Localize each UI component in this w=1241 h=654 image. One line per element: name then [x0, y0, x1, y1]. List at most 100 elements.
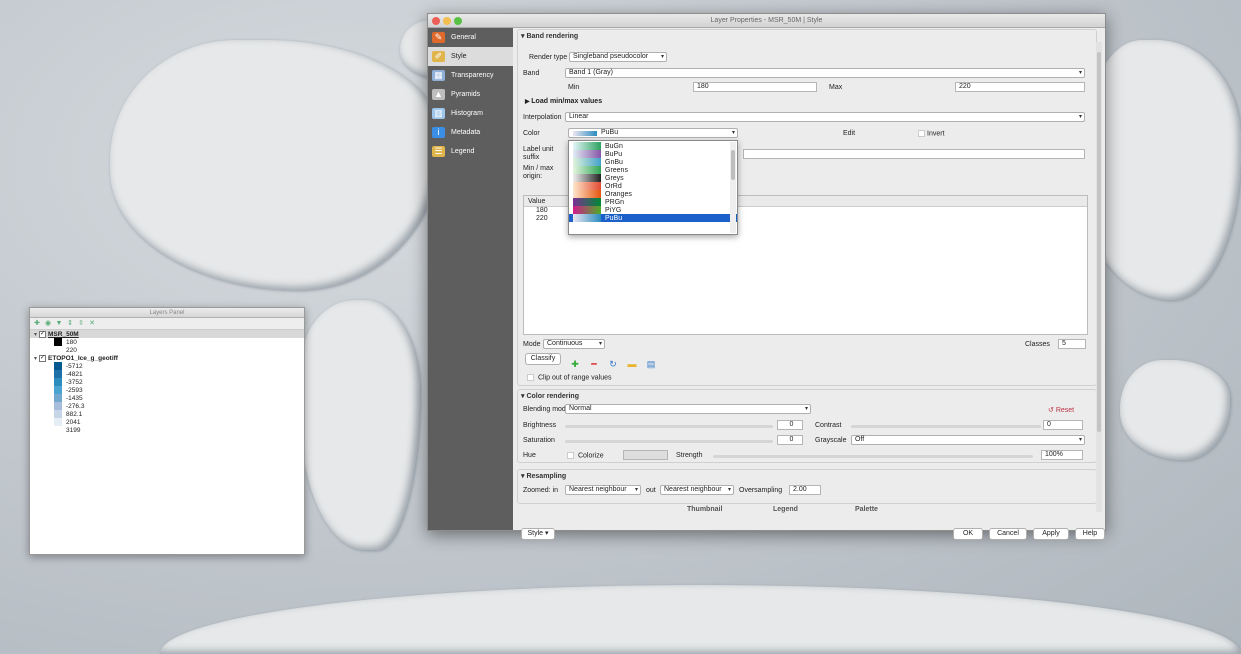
collapse-arrow-icon[interactable]: ▾: [34, 331, 37, 338]
sidebar-item-label: Metadata: [451, 129, 481, 136]
saturation-slider[interactable]: [565, 440, 773, 443]
layer-properties-dialog: Layer Properties - MSR_50M | Style ✎ Gene…: [427, 13, 1106, 540]
strength-slider[interactable]: [713, 455, 1033, 458]
pyramid-icon: ▲: [432, 89, 445, 100]
collapse-icon[interactable]: ⇳: [77, 319, 85, 328]
ramp-preview: [573, 142, 601, 150]
export-to-file-icon[interactable]: ▤: [646, 359, 656, 369]
classes-spinbox[interactable]: 5: [1058, 339, 1086, 349]
add-layer-icon[interactable]: ✚: [33, 319, 41, 328]
layer-checkbox[interactable]: ✓: [39, 354, 47, 362]
legend-item: 882.1: [30, 410, 304, 418]
layer-row-msr[interactable]: ▾ ✓ MSR_50M: [30, 330, 304, 338]
clip-checkbox[interactable]: Clip out of range values: [525, 374, 612, 381]
mode-select[interactable]: Continuous ▾: [543, 339, 605, 349]
page-scrollbar[interactable]: [1096, 42, 1102, 512]
color-ramp-select[interactable]: PuBu ▾: [568, 128, 738, 138]
ramp-option-orrd[interactable]: OrRd: [569, 182, 737, 190]
expand-icon[interactable]: ⇕: [66, 319, 74, 328]
filter-icon[interactable]: ▼: [55, 319, 63, 328]
ok-button[interactable]: OK: [953, 528, 983, 540]
band-select[interactable]: Band 1 (Gray) ▾: [565, 68, 1085, 78]
ramp-option-piyg[interactable]: PiYG: [569, 206, 737, 214]
minimize-icon[interactable]: [443, 17, 451, 25]
sidebar-item-label: General: [451, 34, 476, 41]
legend-label: -3752: [66, 378, 83, 386]
load-from-file-icon[interactable]: ▬: [627, 359, 637, 369]
blending-select[interactable]: Normal ▾: [565, 404, 811, 414]
max-input[interactable]: 220: [955, 82, 1085, 92]
ramp-option-bupu[interactable]: BuPu: [569, 150, 737, 158]
oversampling-spinbox[interactable]: 2.00: [789, 485, 821, 495]
color-ramp-dropdown[interactable]: BuGn BuPu GnBu Greens Greys OrRd Oranges PRGn Pi…: [568, 140, 738, 235]
invert-checkbox[interactable]: Invert: [916, 130, 945, 137]
layer-checkbox[interactable]: ✓: [39, 330, 47, 338]
band-rendering-header[interactable]: Band rendering: [521, 32, 578, 40]
strength-spinbox[interactable]: 100%: [1041, 450, 1083, 460]
contrast-spinbox[interactable]: 0: [1043, 420, 1083, 430]
legend-item: -2593: [30, 386, 304, 394]
ramp-option-prgn[interactable]: PRGn: [569, 198, 737, 206]
ramp-option-oranges[interactable]: Oranges: [569, 190, 737, 198]
sidebar-item-style[interactable]: ✐ Style: [428, 47, 513, 66]
resampling-header[interactable]: Resampling: [521, 472, 566, 480]
sidebar-item-general[interactable]: ✎ General: [428, 28, 513, 47]
reset-button[interactable]: ↺ Reset: [1048, 406, 1074, 414]
label-unit-suffix-input[interactable]: [743, 149, 1085, 159]
legend-swatch: [54, 378, 62, 386]
zoomed-in-select[interactable]: Nearest neighbour ▾: [565, 485, 641, 495]
legend-label: 2041: [66, 418, 81, 426]
close-icon[interactable]: [432, 17, 440, 25]
maximize-icon[interactable]: [454, 17, 462, 25]
ramp-option-greys[interactable]: Greys: [569, 174, 737, 182]
edit-ramp-button[interactable]: Edit: [843, 130, 855, 137]
strength-label: Strength: [676, 452, 703, 459]
load-from-band-icon[interactable]: ↻: [608, 359, 618, 369]
dropdown-scrollbar[interactable]: [730, 142, 736, 233]
grayscale-select[interactable]: Off ▾: [851, 435, 1085, 445]
mode-label: Mode: [523, 341, 541, 348]
contrast-label: Contrast: [815, 422, 842, 429]
ramp-option-gnbu[interactable]: GnBu: [569, 158, 737, 166]
min-input[interactable]: 180: [693, 82, 817, 92]
brightness-slider[interactable]: [565, 425, 773, 428]
reset-icon: ↺: [1048, 407, 1056, 414]
color-rendering-header[interactable]: Color rendering: [521, 392, 579, 400]
ramp-option-greens[interactable]: Greens: [569, 166, 737, 174]
saturation-spinbox[interactable]: 0: [777, 435, 803, 445]
help-button[interactable]: Help: [1075, 528, 1105, 540]
sidebar-item-legend[interactable]: ☰ Legend: [428, 142, 513, 161]
legend-swatch: [54, 394, 62, 402]
colorize-checkbox[interactable]: Colorize: [565, 452, 604, 459]
collapse-arrow-icon[interactable]: ▾: [34, 355, 37, 362]
render-type-select[interactable]: Singleband pseudocolor ▾: [569, 52, 667, 62]
remove-layer-icon[interactable]: ✕: [88, 319, 96, 328]
interpolation-select[interactable]: Linear ▾: [565, 112, 1085, 122]
zoomed-out-select[interactable]: Nearest neighbour ▾: [660, 485, 734, 495]
apply-button[interactable]: Apply: [1033, 528, 1069, 540]
sidebar-item-histogram[interactable]: ▥ Histogram: [428, 104, 513, 123]
legend-item: -276.3: [30, 402, 304, 410]
cancel-button[interactable]: Cancel: [989, 528, 1027, 540]
ramp-option-pubu[interactable]: PuBu: [569, 214, 737, 222]
remove-value-icon[interactable]: ━: [589, 359, 599, 369]
classify-button[interactable]: Classify: [525, 353, 561, 365]
brightness-spinbox[interactable]: 0: [777, 420, 803, 430]
colorize-color-button[interactable]: [623, 450, 668, 460]
layer-row-etopo[interactable]: ▾ ✓ ETOPO1_Ice_g_geotiff: [30, 354, 304, 362]
ramp-option-bugn[interactable]: BuGn: [569, 142, 737, 150]
color-label: Color: [523, 130, 540, 137]
load-minmax-toggle[interactable]: ▶ Load min/max values: [525, 98, 602, 105]
sidebar-item-metadata[interactable]: i Metadata: [428, 123, 513, 142]
sidebar-item-transparency[interactable]: ▦ Transparency: [428, 66, 513, 85]
ramp-name: PRGn: [605, 198, 625, 206]
style-menu-button[interactable]: Style ▾: [521, 528, 555, 540]
sidebar-item-pyramids[interactable]: ▲ Pyramids: [428, 85, 513, 104]
add-value-icon[interactable]: ✚: [570, 359, 580, 369]
legend-swatch: [54, 370, 62, 378]
visibility-icon[interactable]: ◉: [44, 319, 52, 328]
contrast-slider[interactable]: [851, 425, 1041, 428]
ramp-preview: [573, 214, 601, 222]
legend-label: -5712: [66, 362, 83, 370]
ramp-preview: [573, 174, 601, 182]
